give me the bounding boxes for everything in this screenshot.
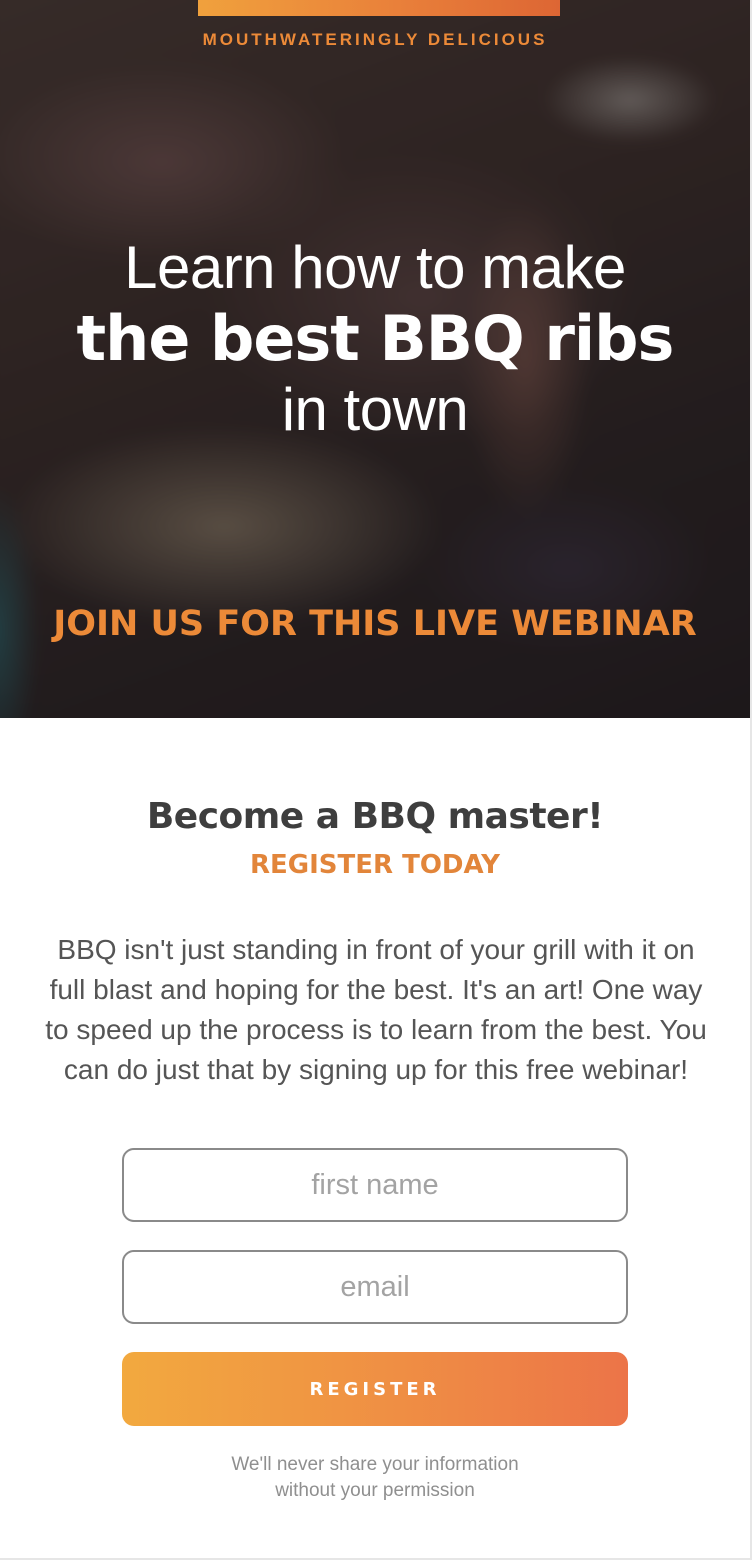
email-input[interactable] xyxy=(122,1250,628,1324)
register-button[interactable]: REGISTER xyxy=(122,1352,628,1426)
section-subheading: REGISTER TODAY xyxy=(250,850,500,880)
hero-title-line-3: in town xyxy=(281,376,469,443)
privacy-note-line-1: We'll never share your information xyxy=(231,1454,519,1475)
first-name-input[interactable] xyxy=(122,1148,628,1222)
hero-section: MOUTHWATERINGLY DELICIOUS Learn how to m… xyxy=(0,0,750,718)
hero-webinar-callout: JOIN US FOR THIS LIVE WEBINAR xyxy=(53,604,697,644)
hero-accent-bar xyxy=(198,0,560,16)
hero-title-line-1: Learn how to make xyxy=(124,234,626,301)
hero-eyebrow: MOUTHWATERINGLY DELICIOUS xyxy=(202,30,548,49)
landing-page: MOUTHWATERINGLY DELICIOUS Learn how to m… xyxy=(0,0,752,1560)
privacy-note: We'll never share your information witho… xyxy=(0,1452,750,1504)
hero-title-line-2: the best BBQ ribs xyxy=(76,302,675,375)
privacy-note-line-2: without your permission xyxy=(275,1480,475,1501)
section-description: BBQ isn't just standing in front of your… xyxy=(45,934,707,1085)
section-heading: Become a BBQ master! xyxy=(146,796,604,837)
hero-title: Learn how to make the best BBQ ribs in t… xyxy=(0,232,750,446)
